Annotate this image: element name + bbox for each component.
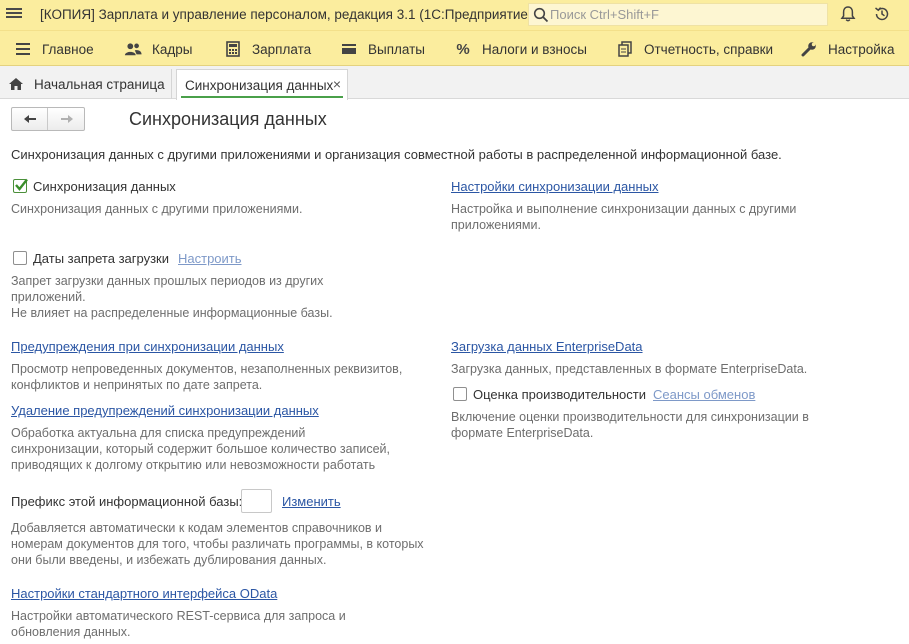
tab-home[interactable]: Начальная страница xyxy=(0,69,172,99)
description-line: Настройка и выполнение синхронизации дан… xyxy=(451,202,797,216)
forward-button[interactable] xyxy=(49,108,85,130)
description-line: Просмотр непроведенных документов, незап… xyxy=(11,362,403,376)
description-line: приложений. xyxy=(11,290,86,304)
description-line: Добавляется автоматически к кодам элемен… xyxy=(11,521,383,535)
description-line: они были введены, и избежать дублировани… xyxy=(11,553,327,567)
sync-settings-link[interactable]: Настройки синхронизации данных xyxy=(451,179,659,194)
description-line: Настройки автоматического REST-сервиса д… xyxy=(11,609,346,623)
calculator-icon xyxy=(224,41,242,57)
prefix-description: Добавляется автоматически к кодам элемен… xyxy=(11,520,424,568)
description-line: Запрет загрузки данных прошлых периодов … xyxy=(11,274,324,288)
section-settings[interactable]: Настройка xyxy=(800,40,894,58)
prohibit-dates-description: Запрет загрузки данных прошлых периодов … xyxy=(11,273,333,321)
section-label: Кадры xyxy=(152,41,193,57)
section-reports[interactable]: Отчетность, справки xyxy=(616,40,773,58)
wrench-icon xyxy=(800,41,818,57)
performance-checkbox-label: Оценка производительности xyxy=(473,387,646,402)
sync-settings-description: Настройка и выполнение синхронизации дан… xyxy=(451,201,796,233)
prefix-field[interactable] xyxy=(241,489,272,513)
description-line: Обработка актуальна для списка предупреж… xyxy=(11,426,306,440)
form-intro: Синхронизация данных с другими приложени… xyxy=(11,147,782,162)
sync-description: Синхронизация данных с другими приложени… xyxy=(11,202,303,216)
description-line: обновления данных. xyxy=(11,625,131,639)
delete-warnings-description: Обработка актуальна для списка предупреж… xyxy=(11,425,390,473)
description-line: конфликтов и непринятых по дате запрета. xyxy=(11,378,263,392)
change-prefix-link[interactable]: Изменить xyxy=(282,494,341,509)
prohibit-dates-label: Даты запрета загрузки xyxy=(33,251,169,266)
back-button[interactable] xyxy=(12,108,48,130)
bell-icon[interactable] xyxy=(839,5,857,23)
sync-warnings-description: Просмотр непроведенных документов, незап… xyxy=(11,361,402,393)
prohibit-dates-checkbox[interactable] xyxy=(13,251,27,265)
sync-checkbox-label: Синхронизация данных xyxy=(33,179,176,194)
description-line: формате EnterpriseData. xyxy=(451,426,594,440)
home-icon xyxy=(9,78,23,90)
performance-checkbox[interactable] xyxy=(453,387,467,401)
tab-label: Синхронизация данных xyxy=(185,77,334,93)
search-input[interactable] xyxy=(550,6,820,23)
section-label: Главное xyxy=(42,41,94,57)
reports-icon xyxy=(616,41,634,57)
search-icon xyxy=(533,7,549,23)
enterprise-data-link[interactable]: Загрузка данных EnterpriseData xyxy=(451,339,643,354)
close-icon[interactable]: × xyxy=(333,76,341,92)
odata-settings-link[interactable]: Настройки стандартного интерфейса OData xyxy=(11,586,277,601)
section-salary[interactable]: Зарплата xyxy=(224,40,311,58)
checkmark-icon xyxy=(15,178,28,191)
section-taxes[interactable]: % Налоги и взносы xyxy=(454,40,587,58)
title-bar: [КОПИЯ] Зарплата и управление персоналом… xyxy=(0,0,909,30)
page-title: Синхронизация данных xyxy=(129,109,327,129)
tabs-bar: Начальная страница Синхронизация данных … xyxy=(0,66,909,100)
enterprise-data-description: Загрузка данных, представленных в формат… xyxy=(451,362,808,376)
section-panel: Главное Кадры Зарплата Выплаты % Налоги … xyxy=(0,30,909,66)
description-line: Не влияет на распределенные информационн… xyxy=(11,306,333,320)
section-label: Выплаты xyxy=(368,41,425,57)
tab-data-sync[interactable]: Синхронизация данных × xyxy=(176,69,348,100)
arrow-left-icon xyxy=(23,115,36,123)
active-tab-indicator xyxy=(181,96,343,98)
section-hr[interactable]: Кадры xyxy=(124,40,192,58)
history-icon[interactable] xyxy=(873,5,891,23)
nav-buttons xyxy=(11,107,85,131)
arrow-right-icon xyxy=(61,115,73,123)
sync-checkbox[interactable] xyxy=(13,178,28,193)
section-payments[interactable]: Выплаты xyxy=(340,40,425,58)
section-label: Налоги и взносы xyxy=(482,41,587,57)
wallet-icon xyxy=(340,41,358,57)
description-line: приводящих к долгому открытию или невозм… xyxy=(11,458,376,472)
section-label: Зарплата xyxy=(252,41,312,57)
search-box[interactable] xyxy=(528,3,828,26)
delete-warnings-link[interactable]: Удаление предупреждений синхронизации да… xyxy=(11,403,319,418)
percent-icon: % xyxy=(456,40,470,58)
exchange-sessions-link[interactable]: Сеансы обменов xyxy=(653,387,755,402)
window-title: [КОПИЯ] Зарплата и управление персоналом… xyxy=(40,7,533,22)
main-menu-icon[interactable] xyxy=(6,6,22,22)
configure-link[interactable]: Настроить xyxy=(178,251,242,266)
section-label: Отчетность, справки xyxy=(644,41,774,57)
performance-description: Включение оценки производительности для … xyxy=(451,409,809,441)
people-icon xyxy=(124,41,142,57)
description-line: синхронизации, который содержит большое … xyxy=(11,442,391,456)
hamburger-icon xyxy=(14,41,32,57)
tab-label: Начальная страница xyxy=(34,76,165,92)
prefix-label: Префикс этой информационной базы: xyxy=(11,494,243,509)
odata-description: Настройки автоматического REST-сервиса д… xyxy=(11,608,346,640)
section-main[interactable]: Главное xyxy=(14,40,94,58)
sync-warnings-link[interactable]: Предупреждения при синхронизации данных xyxy=(11,339,284,354)
section-label: Настройка xyxy=(828,41,895,57)
description-line: номерам документов для того, чтобы разли… xyxy=(11,537,424,551)
description-line: приложениями. xyxy=(451,218,541,232)
description-line: Включение оценки производительности для … xyxy=(451,410,809,424)
